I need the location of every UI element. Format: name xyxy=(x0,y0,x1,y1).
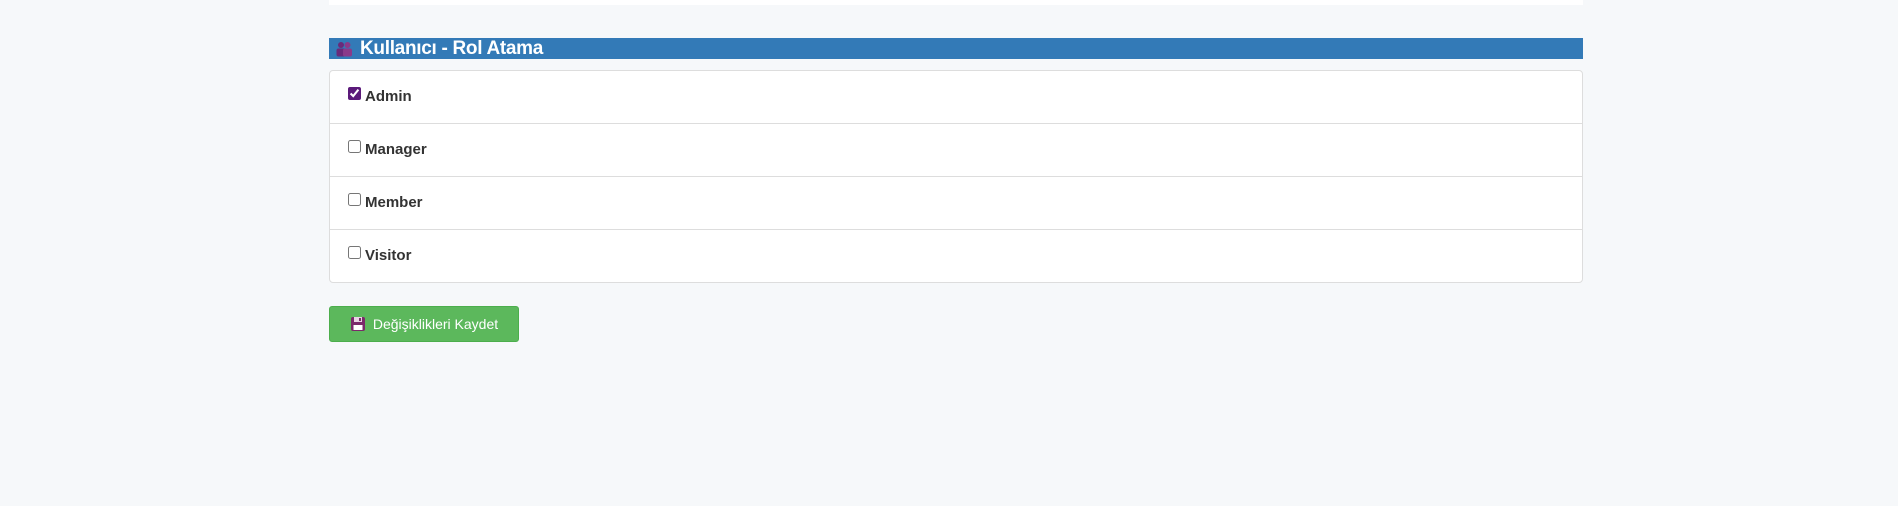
floppy-disk-icon xyxy=(350,316,366,332)
role-list: Admin Manager Member Visitor xyxy=(329,70,1583,283)
top-panel-edge xyxy=(329,0,1583,5)
role-label: Manager xyxy=(365,141,427,158)
role-label: Admin xyxy=(365,88,412,105)
save-button-label: Değişiklikleri Kaydet xyxy=(372,316,499,332)
page-title: Kullanıcı - Rol Atama xyxy=(360,37,544,59)
role-checkbox-manager[interactable] xyxy=(348,140,361,153)
role-checkbox-visitor[interactable] xyxy=(348,246,361,259)
role-item-visitor[interactable]: Visitor xyxy=(330,229,1582,282)
role-item-member[interactable]: Member xyxy=(330,176,1582,229)
role-item-manager[interactable]: Manager xyxy=(330,123,1582,176)
role-label: Member xyxy=(365,194,423,211)
save-changes-button[interactable]: Değişiklikleri Kaydet xyxy=(329,306,519,342)
role-label: Visitor xyxy=(365,247,412,264)
users-icon xyxy=(333,40,355,58)
role-item-admin[interactable]: Admin xyxy=(330,71,1582,123)
role-checkbox-member[interactable] xyxy=(348,193,361,206)
section-header: Kullanıcı - Rol Atama xyxy=(329,38,1583,59)
role-checkbox-admin[interactable] xyxy=(348,87,361,100)
